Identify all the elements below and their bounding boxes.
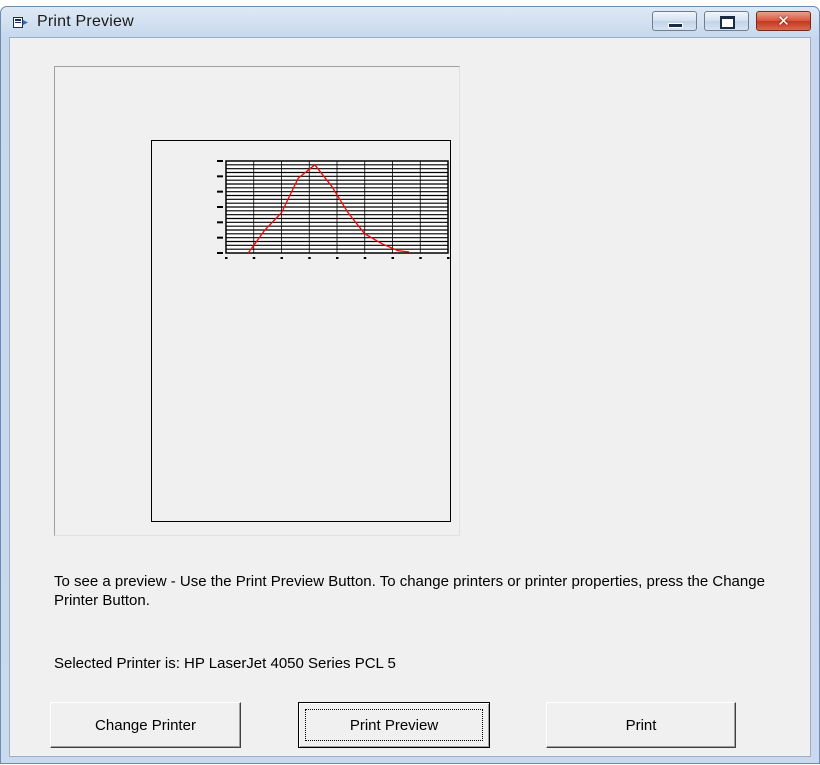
y-tick-mark bbox=[217, 190, 223, 193]
y-tick-mark bbox=[217, 236, 223, 239]
y-tick-mark bbox=[217, 221, 223, 224]
x-tick-mark bbox=[308, 257, 311, 259]
x-tick-mark bbox=[391, 257, 394, 259]
y-tick-mark bbox=[217, 160, 223, 162]
close-icon: ✕ bbox=[777, 12, 790, 30]
print-preview-app-icon bbox=[13, 17, 28, 28]
x-tick-mark bbox=[336, 257, 339, 259]
x-tick-mark bbox=[363, 257, 367, 259]
change-printer-label: Change Printer bbox=[95, 716, 196, 734]
x-tick-mark bbox=[280, 257, 283, 259]
print-label: Print bbox=[625, 716, 657, 734]
print-preview-button[interactable]: Print Preview bbox=[298, 702, 490, 748]
maximize-button[interactable] bbox=[704, 11, 749, 31]
close-button[interactable]: ✕ bbox=[756, 11, 811, 31]
instructions-text: To see a preview - Use the Print Preview… bbox=[54, 573, 765, 609]
x-tick-mark bbox=[225, 257, 228, 259]
print-preview-window: Print Preview ✕ To see a preview - Use t… bbox=[0, 6, 820, 764]
window-title: Print Preview bbox=[37, 13, 134, 30]
x-tick-mark bbox=[419, 257, 422, 259]
minimize-icon bbox=[668, 23, 683, 28]
change-printer-button[interactable]: Change Printer bbox=[50, 702, 241, 748]
maximize-icon bbox=[720, 16, 735, 29]
dialog-body: To see a preview - Use the Print Preview… bbox=[9, 37, 811, 757]
x-tick-mark bbox=[447, 257, 450, 259]
print-preview-label: Print Preview bbox=[349, 716, 439, 734]
print-button[interactable]: Print bbox=[546, 702, 736, 748]
minimize-button[interactable] bbox=[652, 11, 697, 31]
y-tick-mark bbox=[217, 206, 223, 208]
y-tick-mark bbox=[217, 175, 223, 178]
selected-printer-text: Selected Printer is: HP LaserJet 4050 Se… bbox=[54, 655, 396, 672]
x-tick-mark bbox=[252, 257, 256, 259]
preview-area bbox=[54, 66, 460, 536]
y-tick-mark bbox=[217, 252, 223, 254]
preview-chart bbox=[217, 160, 450, 259]
preview-page bbox=[151, 140, 451, 522]
title-bar[interactable]: Print Preview ✕ bbox=[1, 7, 819, 37]
